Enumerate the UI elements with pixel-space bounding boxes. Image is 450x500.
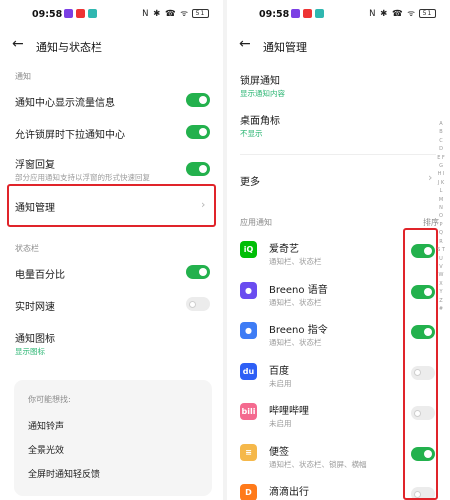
app-notify-channels: 通知栏、状态栏、锁屏、横幅 <box>269 459 367 469</box>
app-name[interactable]: 滴滴出行 <box>269 483 309 498</box>
system-status-icons: N ✱ ☎ ᯤ 51 <box>142 8 209 19</box>
app-name[interactable]: 百度 <box>269 362 289 377</box>
status-bar: 09:58 N ✱ ☎ ᯤ 51 <box>0 0 223 28</box>
setting-notification-manage[interactable]: 通知管理 <box>15 199 55 214</box>
suggestion-light-effect[interactable]: 全景光效 <box>28 443 64 456</box>
status-app-icons <box>291 9 324 18</box>
breeno-voice-icon: ● <box>240 281 257 299</box>
toggle-knob <box>199 128 207 136</box>
bilibili-icon: bili <box>240 403 257 420</box>
suggestion-card: 你可能想找: 通知铃声 全景光效 全屏时通知轻反馈 <box>14 380 212 496</box>
toggle-lock-pulldown[interactable] <box>186 125 210 139</box>
header: ← 通知与状态栏 <box>0 32 223 60</box>
section-label-statusbar: 状态栏 <box>15 244 39 253</box>
app-notification-icon <box>76 9 85 18</box>
signal-icons: N ✱ ☎ ᯤ <box>142 9 189 19</box>
setting-float-reply: 浮窗回复 <box>15 160 55 171</box>
setting-network-speed: 实时网速 <box>15 302 55 313</box>
app-notify-channels: 未启用 <box>269 378 292 388</box>
app-name[interactable]: 哔哩哔哩 <box>269 402 309 417</box>
setting-desktop-badge-value: 不显示 <box>240 129 263 138</box>
system-status-icons: N ✱ ☎ ᯤ 51 <box>369 8 436 19</box>
app-notify-channels: 通知栏、状态栏 <box>269 297 322 307</box>
app-notification-icon <box>315 9 324 18</box>
app-name[interactable]: 便签 <box>269 443 289 458</box>
suggestion-haptic[interactable]: 全屏时通知轻反馈 <box>28 467 100 480</box>
battery-icon: 51 <box>192 9 209 18</box>
app-notify-channels: 通知栏、状态栏 <box>269 257 322 266</box>
status-bar: 09:58 N ✱ ☎ ᯤ 51 <box>227 0 450 28</box>
app-name[interactable]: Breeno 语音 <box>269 281 328 296</box>
page-title: 通知与状态栏 <box>36 41 102 54</box>
status-app-icons <box>64 9 97 18</box>
notification-statusbar-screen: 09:58 N ✱ ☎ ᯤ 51 ← 通知与状态栏 通知 通知中心显示流量信息 … <box>0 0 223 500</box>
section-label-apps: 应用通知 <box>240 218 272 227</box>
baidu-icon: du <box>240 362 257 380</box>
suggestion-ringtone[interactable]: 通知铃声 <box>28 419 64 432</box>
app-notify-channels: 未启用 <box>269 419 292 428</box>
setting-float-reply-desc: 部分应用通知支持以浮窗的形式快速回复 <box>15 173 150 182</box>
highlight-frame <box>403 228 438 500</box>
iqiyi-icon: iQ <box>240 241 257 258</box>
section-label-notify: 通知 <box>15 72 31 81</box>
app-name[interactable]: 爱奇艺 <box>269 240 299 255</box>
toggle-knob <box>199 165 207 173</box>
suggestion-title: 你可能想找: <box>28 395 71 404</box>
battery-icon: 51 <box>419 9 436 18</box>
toggle-traffic-info[interactable] <box>186 93 210 107</box>
setting-lockscreen-notify-value: 显示通知内容 <box>240 89 285 98</box>
back-arrow-icon[interactable]: ← <box>12 36 24 52</box>
toggle-network-speed[interactable] <box>186 297 210 311</box>
app-notification-icon <box>291 9 300 18</box>
chevron-right-icon: › <box>201 198 206 211</box>
back-arrow-icon[interactable]: ← <box>239 36 251 52</box>
app-name[interactable]: Breeno 指令 <box>269 321 328 336</box>
chevron-right-icon: › <box>428 171 433 184</box>
app-notification-icon <box>88 9 97 18</box>
breeno-command-icon: ● <box>240 322 257 339</box>
app-notification-icon <box>64 9 73 18</box>
setting-notification-icon[interactable]: 通知图标 <box>15 330 55 345</box>
setting-notification-icon-value: 显示图标 <box>15 347 45 356</box>
toggle-knob <box>199 96 207 104</box>
app-notification-icon <box>303 9 312 18</box>
setting-lockscreen-notify[interactable]: 锁屏通知 <box>240 72 280 87</box>
toggle-battery-percent[interactable] <box>186 265 210 279</box>
setting-lock-pulldown: 允许锁屏时下拉通知中心 <box>15 130 125 141</box>
notification-manage-screen: 09:58 N ✱ ☎ ᯤ 51 ← 通知管理 锁屏通知 显示通知内容 桌面角标… <box>227 0 450 500</box>
status-time: 09:58 <box>32 9 63 20</box>
page-title: 通知管理 <box>263 41 307 54</box>
didi-icon: D <box>240 484 257 500</box>
signal-icons: N ✱ ☎ ᯤ <box>369 9 416 19</box>
setting-battery-percent: 电量百分比 <box>15 270 65 281</box>
status-time: 09:58 <box>259 9 290 20</box>
divider-line <box>240 154 436 155</box>
alphabet-index[interactable]: A B C D E F G H I J K L M N O P Q R S T … <box>437 120 445 313</box>
notes-icon: ≡ <box>240 443 257 461</box>
app-notify-channels: 通知栏、状态栏 <box>269 338 322 347</box>
setting-traffic-info: 通知中心显示流量信息 <box>15 98 115 109</box>
toggle-float-reply[interactable] <box>186 162 210 176</box>
toggle-knob <box>189 300 196 308</box>
header: ← 通知管理 <box>227 32 450 60</box>
toggle-knob <box>199 268 207 276</box>
setting-more[interactable]: 更多 <box>240 173 260 188</box>
setting-desktop-badge[interactable]: 桌面角标 <box>240 112 280 127</box>
